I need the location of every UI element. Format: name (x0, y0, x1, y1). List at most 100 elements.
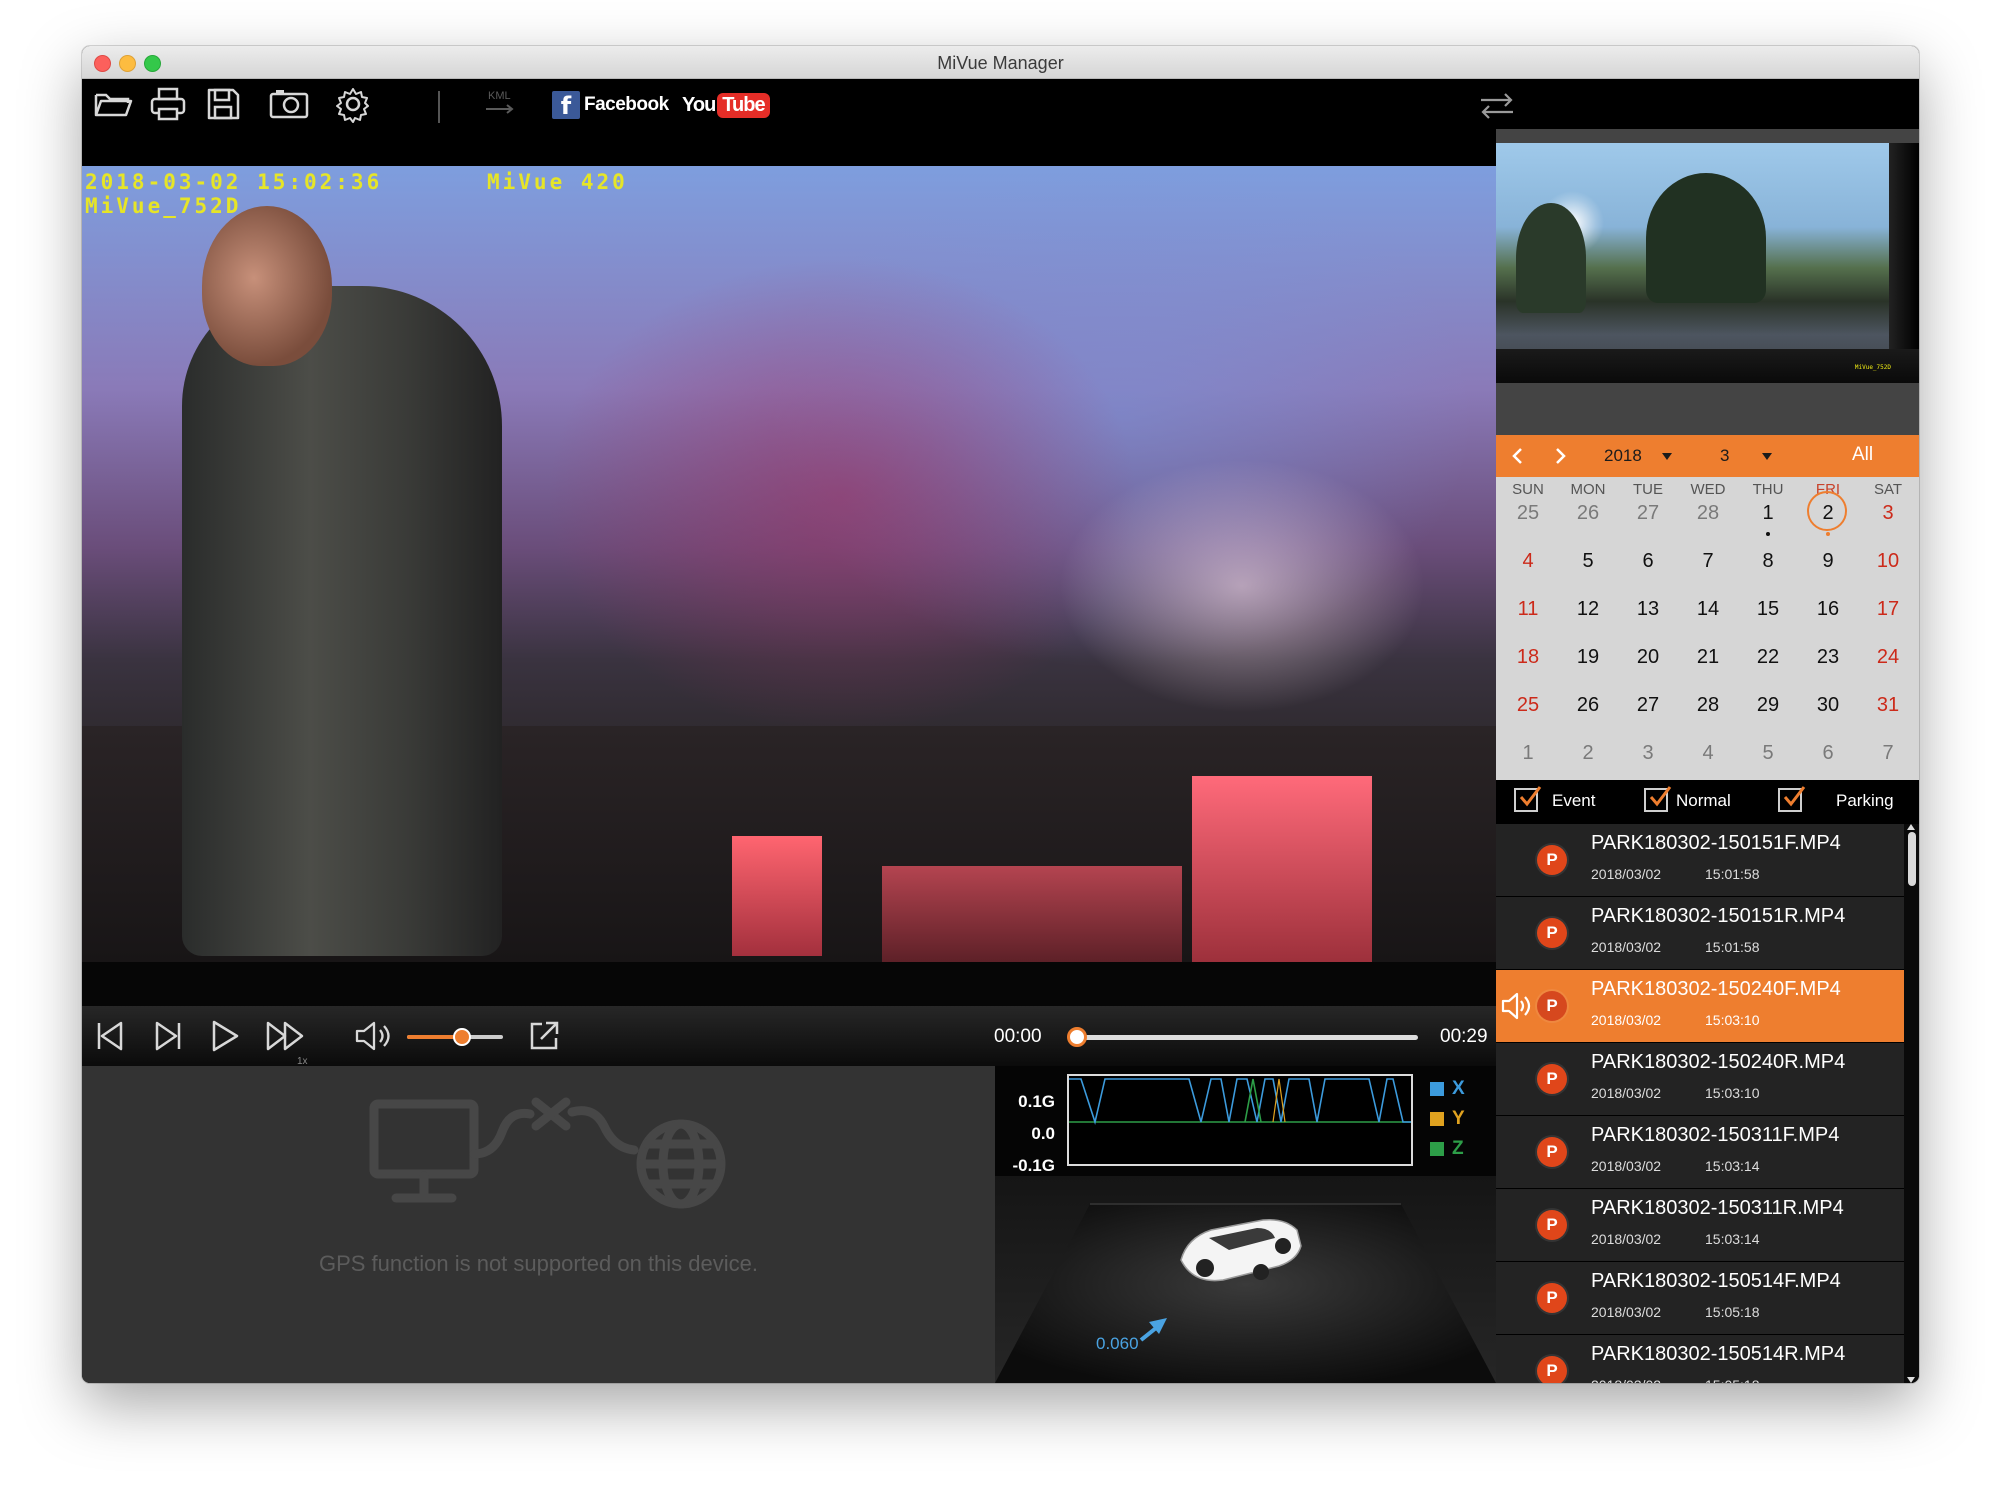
video-player[interactable]: 2018-03-02 15:02:36 MiVue 420 MiVue_752D (82, 166, 1496, 962)
external-popout-icon[interactable] (526, 1018, 562, 1054)
calendar-day[interactable]: 22 (1738, 641, 1798, 673)
gsensor-legend-x: X (1430, 1074, 1465, 1104)
scrollbar-thumb[interactable] (1908, 832, 1916, 886)
calendar-day[interactable]: 25 (1498, 689, 1558, 721)
checkmark-icon (1649, 786, 1672, 807)
settings-gear-icon[interactable] (332, 85, 374, 123)
calendar-day[interactable]: 20 (1618, 641, 1678, 673)
previous-file-button[interactable] (92, 1018, 128, 1054)
file-list-item[interactable]: P PARK180302-150514F.MP4 2018/03/02 15:05:1… (1496, 1262, 1904, 1334)
calendar-day[interactable]: 19 (1558, 641, 1618, 673)
calendar-day[interactable]: 28 (1678, 497, 1738, 529)
month-select[interactable]: 3 (1720, 446, 1729, 466)
video-person (182, 286, 502, 956)
youtube-label-tube: Tube (717, 92, 770, 118)
calendar-day[interactable]: 26 (1558, 689, 1618, 721)
file-list-item[interactable]: P PARK180302-150514R.MP4 2018/03/02 15:05:1… (1496, 1335, 1904, 1383)
calendar-day[interactable]: 12 (1558, 593, 1618, 625)
kml-label: KML (488, 90, 511, 102)
seek-bar-knob[interactable] (1067, 1027, 1087, 1047)
video-osd-timestamp: 2018-03-02 15:02:36 (85, 170, 383, 194)
calendar-day[interactable]: 8 (1738, 545, 1798, 577)
calendar-day[interactable]: 13 (1618, 593, 1678, 625)
scroll-down-arrow-icon[interactable] (1907, 1377, 1915, 1383)
file-list-scrollbar[interactable] (1904, 824, 1919, 1383)
file-list-item[interactable]: P PARK180302-150311F.MP4 2018/03/02 15:03:1… (1496, 1116, 1904, 1188)
filter-checkbox-normal[interactable] (1644, 786, 1672, 812)
file-list-item[interactable]: P PARK180302-150240F.MP4 2018/03/02 15:03:1… (1496, 970, 1904, 1042)
calendar-day[interactable]: 7 (1858, 737, 1918, 769)
volume-speaker-icon[interactable] (352, 1018, 396, 1054)
calendar-day[interactable]: 2 (1558, 737, 1618, 769)
file-list-item[interactable]: P PARK180302-150240R.MP4 2018/03/02 15:03:1… (1496, 1043, 1904, 1115)
snapshot-camera-icon[interactable] (268, 85, 310, 123)
calendar-day[interactable]: 5 (1558, 545, 1618, 577)
calendar-day[interactable]: 21 (1678, 641, 1738, 673)
calendar-day[interactable]: 29 (1738, 689, 1798, 721)
previous-month-button[interactable] (1504, 441, 1530, 471)
calendar-day[interactable]: 9 (1798, 545, 1858, 577)
filter-checkbox-parking[interactable] (1778, 786, 1806, 812)
calendar-day[interactable]: 26 (1558, 497, 1618, 529)
next-month-button[interactable] (1547, 441, 1573, 471)
show-all-button[interactable]: All (1852, 444, 1873, 466)
calendar-day[interactable]: 14 (1678, 593, 1738, 625)
rear-camera-preview[interactable]: MiVue_752D (1496, 143, 1919, 383)
fast-forward-button[interactable] (264, 1018, 308, 1054)
calendar-day[interactable]: 3 (1858, 497, 1918, 529)
calendar-day[interactable]: 31 (1858, 689, 1918, 721)
calendar-day[interactable]: 18 (1498, 641, 1558, 673)
file-list: P PARK180302-150151F.MP4 2018/03/02 15:01:5… (1496, 824, 1904, 1383)
video-letterbox (82, 962, 1496, 1006)
calendar-day[interactable]: 23 (1798, 641, 1858, 673)
calendar-day[interactable]: 6 (1798, 737, 1858, 769)
toolbar-separator (438, 91, 440, 123)
calendar-day[interactable]: 4 (1678, 737, 1738, 769)
calendar-day[interactable]: 5 (1738, 737, 1798, 769)
file-list-item[interactable]: P PARK180302-150151F.MP4 2018/03/02 15:01:5… (1496, 824, 1904, 896)
calendar-day[interactable]: 7 (1678, 545, 1738, 577)
print-icon[interactable] (147, 85, 189, 123)
year-dropdown-icon[interactable] (1662, 453, 1672, 460)
seek-bar[interactable] (1067, 1027, 1418, 1047)
year-select[interactable]: 2018 (1604, 446, 1642, 466)
youtube-share-button[interactable]: You Tube (682, 90, 770, 120)
scroll-up-arrow-icon[interactable] (1907, 824, 1915, 830)
filter-checkbox-event[interactable] (1514, 786, 1542, 812)
calendar-day[interactable]: 2 (1798, 491, 1858, 536)
folder-open-icon[interactable] (92, 85, 134, 123)
calendar-day[interactable]: 1 (1498, 737, 1558, 769)
save-icon[interactable] (202, 85, 244, 123)
calendar-day[interactable]: 24 (1858, 641, 1918, 673)
calendar-day[interactable]: 30 (1798, 689, 1858, 721)
gsensor-label-bottom: -0.1G (1012, 1156, 1055, 1175)
file-list-item[interactable]: P PARK180302-150151R.MP4 2018/03/02 15:01:5… (1496, 897, 1904, 969)
parking-badge-icon: P (1537, 918, 1567, 948)
calendar-day[interactable]: 6 (1618, 545, 1678, 577)
calendar-day[interactable]: 1 (1738, 497, 1798, 536)
gsensor-legend-label: Y (1452, 1108, 1465, 1129)
calendar-day[interactable]: 25 (1498, 497, 1558, 529)
calendar-day[interactable]: 27 (1618, 689, 1678, 721)
parking-badge-icon: P (1537, 1137, 1567, 1167)
right-sidebar: MiVue_752D 2018 3 All SUN MON TUE WED THU FRI… (1496, 129, 1919, 1383)
kml-export-icon[interactable]: KML (480, 85, 522, 123)
calendar-day[interactable]: 28 (1678, 689, 1738, 721)
next-frame-button[interactable] (150, 1018, 186, 1054)
calendar-day[interactable]: 11 (1498, 593, 1558, 625)
file-name: PARK180302-150151F.MP4 (1591, 832, 1841, 854)
calendar-day[interactable]: 17 (1858, 593, 1918, 625)
month-dropdown-icon[interactable] (1762, 453, 1772, 460)
file-list-item[interactable]: P PARK180302-150311R.MP4 2018/03/02 15:03:1… (1496, 1189, 1904, 1261)
facebook-share-button[interactable]: f Facebook (552, 90, 669, 120)
calendar-day[interactable]: 27 (1618, 497, 1678, 529)
calendar-day[interactable]: 16 (1798, 593, 1858, 625)
calendar-day[interactable]: 4 (1498, 545, 1558, 577)
calendar-day[interactable]: 3 (1618, 737, 1678, 769)
calendar-day[interactable]: 10 (1858, 545, 1918, 577)
swap-layout-icon[interactable] (1477, 91, 1517, 121)
play-button[interactable] (206, 1018, 242, 1054)
volume-slider[interactable] (407, 1028, 503, 1046)
calendar-day[interactable]: 15 (1738, 593, 1798, 625)
volume-slider-knob[interactable] (452, 1028, 471, 1046)
